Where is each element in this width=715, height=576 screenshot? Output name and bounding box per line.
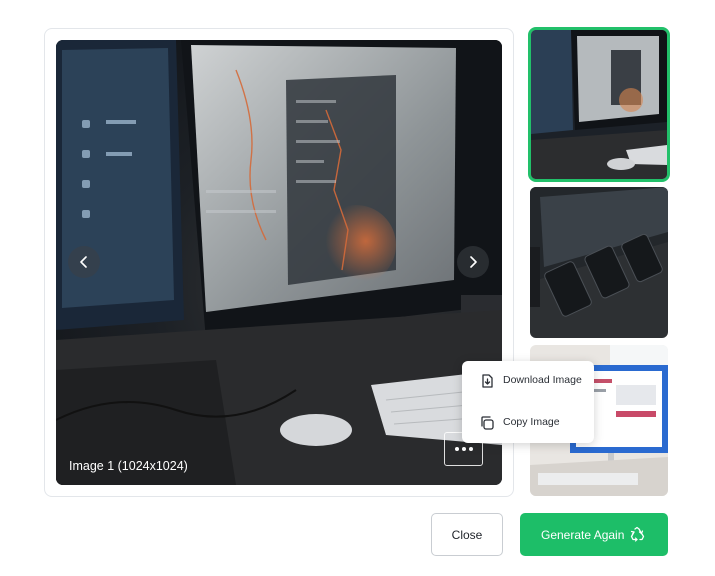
chevron-right-icon — [470, 256, 477, 268]
generate-again-button[interactable]: Generate Again — [520, 513, 668, 556]
previous-image-button[interactable] — [68, 246, 100, 278]
more-dot — [454, 447, 459, 451]
close-button[interactable]: Close — [431, 513, 503, 556]
thumbnail-1[interactable] — [528, 27, 670, 182]
main-image — [56, 40, 502, 485]
download-image-menu-item[interactable]: Download Image — [462, 363, 594, 399]
menu-item-label: Download Image — [503, 374, 582, 386]
image-caption: Image 1 (1024x1024) — [69, 459, 188, 473]
thumbnail-image — [530, 187, 668, 338]
monitor-photo — [56, 40, 502, 485]
generate-again-label: Generate Again — [541, 528, 625, 542]
menu-item-label: Copy Image — [503, 416, 560, 428]
recycle-icon — [630, 526, 645, 542]
thumbnail-image — [531, 30, 667, 179]
next-image-button[interactable] — [457, 246, 489, 278]
image-context-menu: Download Image Copy Image — [462, 361, 594, 443]
chevron-left-icon — [80, 256, 87, 268]
copy-icon — [481, 416, 494, 430]
more-dot — [468, 447, 473, 451]
thumbnail-2[interactable] — [530, 187, 668, 338]
more-dot — [461, 447, 466, 451]
copy-image-menu-item[interactable]: Copy Image — [462, 405, 594, 441]
download-file-icon — [482, 374, 493, 388]
